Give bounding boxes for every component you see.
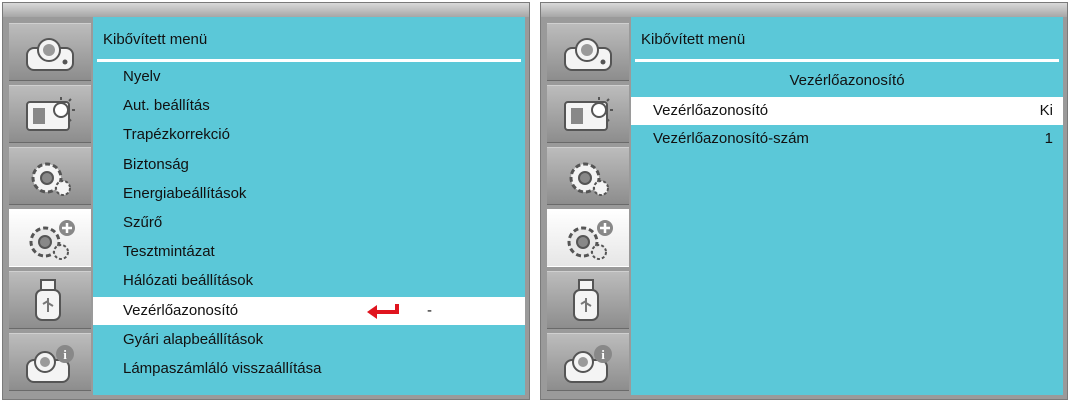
sidebar-tab-extended[interactable] <box>547 209 629 267</box>
svg-text:i: i <box>63 347 67 362</box>
menu-item[interactable]: Szűrő <box>93 209 525 237</box>
menu-item-label: Aut. beállítás <box>123 97 210 115</box>
menu-item[interactable]: Gyári alapbeállítások <box>93 326 525 354</box>
setting-value: Ki <box>1039 102 1053 119</box>
menu-item-label: Gyári alapbeállítások <box>123 330 264 348</box>
setting-label: Vezérlőazonosító <box>653 102 769 119</box>
menu-content: Kibővített menü Nyelv Aut. beállítás Trapé… <box>93 17 525 395</box>
menu-item[interactable]: Trapézkorrekció <box>93 121 525 149</box>
menu-item[interactable]: Energiabeállítások <box>93 180 525 208</box>
menu-item-label: Energiabeállítások <box>123 184 247 202</box>
extended-settings-icon <box>567 220 613 260</box>
sidebar-tab-info[interactable]: i <box>547 333 629 391</box>
sidebar-tab-image[interactable] <box>9 23 91 81</box>
menu-content: Kibővített menü Vezérlőazonosító Vezérlő… <box>631 17 1063 395</box>
usb-icon <box>573 279 599 321</box>
extended-settings-icon <box>29 220 75 260</box>
menu-item-label: Biztonság <box>123 155 189 173</box>
menu-item-label: Lámpaszámláló visszaállítása <box>123 360 322 377</box>
display-settings-icon <box>564 97 613 131</box>
sidebar-tab-settings[interactable] <box>9 147 91 205</box>
usb-icon <box>35 279 61 321</box>
menu-item-label: Vezérlőazonosító <box>123 301 239 319</box>
sidebar-tab-info[interactable]: i <box>9 333 91 391</box>
sidebar-tab-display[interactable] <box>9 85 91 143</box>
image-menu-icon <box>564 38 612 71</box>
menu-item-label: Nyelv <box>123 68 161 85</box>
display-settings-icon <box>26 97 75 131</box>
menu-item-label: Szűrő <box>123 214 163 231</box>
setting-row-control-id[interactable]: Vezérlőazonosító Ki <box>631 97 1063 125</box>
sidebar-tab-usb[interactable] <box>9 271 91 329</box>
info-icon: i <box>564 345 612 383</box>
setting-label: Vezérlőazonosító-szám <box>653 130 809 147</box>
menu-item[interactable]: Biztonság <box>93 151 525 179</box>
title-divider <box>635 59 1059 62</box>
sidebar: i <box>547 17 629 395</box>
menu-title: Kibővített menü <box>641 31 746 48</box>
menu-item[interactable]: Nyelv <box>93 63 525 91</box>
panel-top-bar <box>3 3 529 17</box>
menu-item[interactable]: Lámpaszámláló visszaállítása <box>93 355 525 383</box>
right-panel: i Kibővített menü Vezérlőazonosító Vezér… <box>540 2 1068 400</box>
enter-arrow-icon <box>367 303 399 319</box>
title-divider <box>97 59 521 62</box>
panel-top-bar <box>541 3 1067 17</box>
info-icon: i <box>26 345 74 383</box>
menu-item-label: Hálózati beállítások <box>123 272 254 290</box>
image-menu-icon <box>26 38 74 71</box>
sidebar-tab-extended[interactable] <box>9 209 91 267</box>
sidebar-tab-display[interactable] <box>547 85 629 143</box>
sidebar-tab-image[interactable] <box>547 23 629 81</box>
menu-item[interactable]: Hálózati beállítások <box>93 267 525 295</box>
sidebar: i <box>9 17 91 395</box>
menu-item-value: - <box>427 301 432 319</box>
menu-item-label: Trapézkorrekció <box>123 126 230 144</box>
menu-item[interactable]: Vezérlőazonosító - <box>93 296 525 325</box>
submenu-title: Vezérlőazonosító <box>789 72 905 89</box>
menu-item-label: Tesztmintázat <box>123 243 215 261</box>
menu-item[interactable]: Tesztmintázat <box>93 238 525 266</box>
sidebar-tab-usb[interactable] <box>547 271 629 329</box>
left-panel: i Kibővített menü Nyelv Aut. beállítás Tra… <box>2 2 530 400</box>
setting-row-control-id-number[interactable]: Vezérlőazonosító-szám 1 <box>631 125 1063 153</box>
setting-value: 1 <box>1044 130 1053 147</box>
menu-title: Kibővített menü <box>103 31 208 48</box>
svg-text:i: i <box>601 347 605 362</box>
menu-item[interactable]: Aut. beállítás <box>93 92 525 120</box>
settings-gear-icon <box>569 162 609 196</box>
sidebar-tab-settings[interactable] <box>547 147 629 205</box>
settings-gear-icon <box>31 162 71 196</box>
